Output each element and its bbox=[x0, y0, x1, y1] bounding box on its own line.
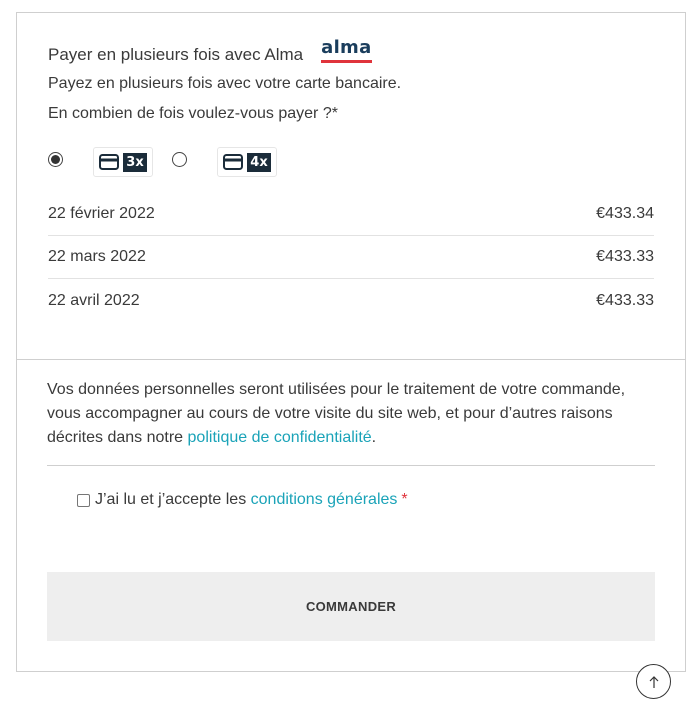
alma-payment-box: Payer en plusieurs fois avec Alma alma P… bbox=[17, 13, 685, 360]
terms-agreement[interactable]: J’ai lu et j’accepte les conditions géné… bbox=[77, 491, 408, 509]
section-divider bbox=[47, 465, 655, 466]
terms-checkbox[interactable] bbox=[77, 493, 90, 507]
schedule-date: 22 février 2022 bbox=[48, 205, 155, 222]
scroll-to-top-button[interactable] bbox=[636, 664, 671, 699]
plan-4x-option[interactable]: 4x bbox=[217, 147, 277, 177]
installments-question: En combien de fois voulez-vous payer ?* bbox=[48, 105, 338, 122]
payment-schedule: 22 février 2022 €433.34 22 mars 2022 €43… bbox=[48, 193, 654, 322]
privacy-end: . bbox=[371, 429, 377, 446]
schedule-date: 22 avril 2022 bbox=[48, 291, 140, 309]
plan-3x-option[interactable]: 3x bbox=[93, 147, 153, 177]
privacy-notice: Vos données personnelles seront utilisée… bbox=[47, 378, 655, 450]
schedule-row: 22 mars 2022 €433.33 bbox=[48, 236, 654, 279]
schedule-row: 22 février 2022 €433.34 bbox=[48, 193, 654, 236]
alma-logo: alma bbox=[321, 39, 372, 63]
alma-title: Payer en plusieurs fois avec Alma bbox=[48, 45, 304, 64]
alma-title-row: Payer en plusieurs fois avec Alma alma bbox=[48, 39, 372, 67]
schedule-amount: €433.33 bbox=[596, 291, 654, 309]
credit-card-icon bbox=[99, 154, 120, 170]
schedule-date: 22 mars 2022 bbox=[48, 248, 146, 265]
arrow-up-icon bbox=[649, 675, 658, 688]
plan-4x-radio[interactable] bbox=[172, 152, 187, 167]
credit-card-icon bbox=[223, 154, 244, 170]
alma-subtitle: Payez en plusieurs fois avec votre carte… bbox=[48, 75, 402, 92]
schedule-amount: €433.33 bbox=[596, 248, 654, 265]
schedule-row: 22 avril 2022 €433.33 bbox=[48, 279, 654, 322]
installment-plan-selector: 3x 4x bbox=[48, 147, 348, 181]
plan-4x-label: 4x bbox=[247, 152, 271, 172]
order-button[interactable]: COMMANDER bbox=[47, 572, 655, 641]
plan-3x-label: 3x bbox=[123, 152, 147, 172]
checkout-payment-panel: Payer en plusieurs fois avec Alma alma P… bbox=[16, 12, 686, 672]
required-marker: * bbox=[401, 491, 408, 508]
privacy-policy-link[interactable]: politique de confidentialité bbox=[188, 429, 372, 446]
schedule-amount: €433.34 bbox=[596, 205, 654, 222]
terms-label: J’ai lu et j’accepte les bbox=[95, 491, 251, 508]
terms-conditions-link[interactable]: conditions générales bbox=[251, 491, 398, 509]
plan-3x-radio[interactable] bbox=[48, 152, 63, 167]
